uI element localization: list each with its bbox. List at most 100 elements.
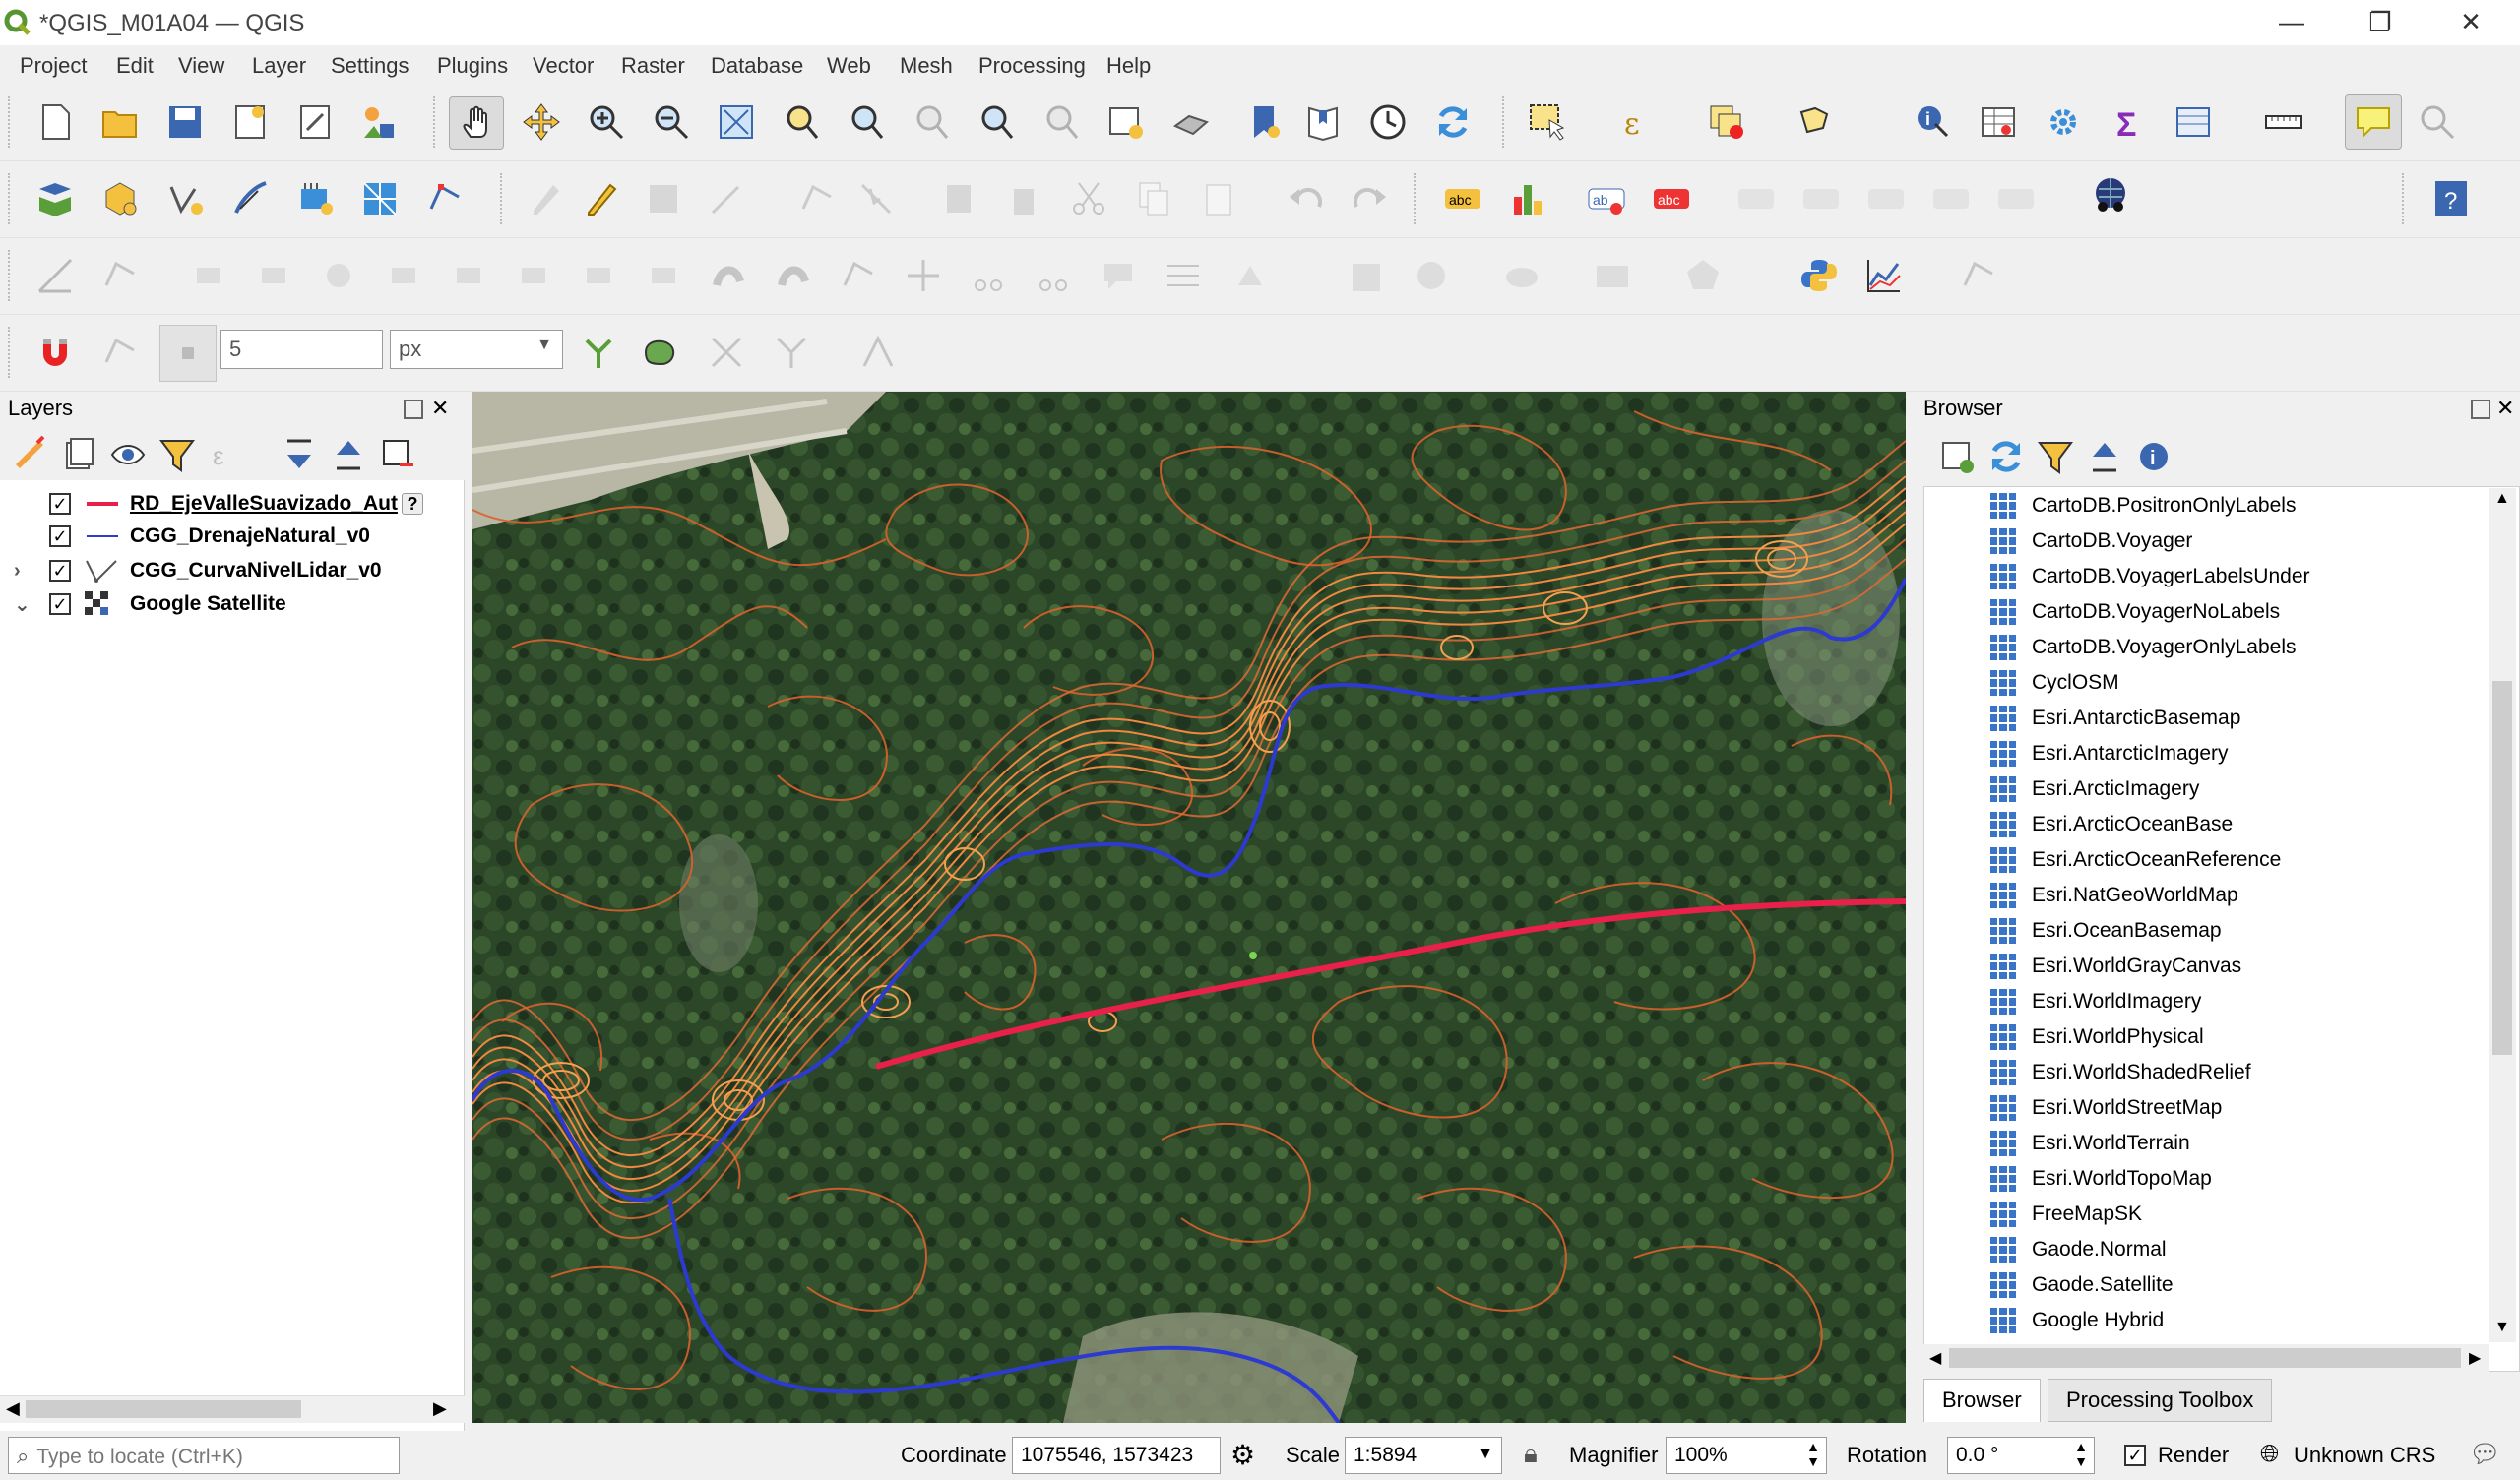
minimize-button[interactable]: — [2246, 0, 2337, 45]
expand-tree-icon[interactable] [276, 431, 323, 478]
zoom-out-icon[interactable] [648, 98, 695, 146]
scroll-up-icon[interactable]: ▲ [2494, 490, 2510, 508]
new-project-icon[interactable] [32, 98, 79, 146]
coordinate-field[interactable]: 1075546, 1573423 [1012, 1437, 1221, 1474]
merge-selected-features-icon[interactable] [1095, 252, 1142, 299]
browser-item[interactable]: Esri.WorldTopoMap [1990, 1162, 2212, 1196]
rectangle-digitizing-icon[interactable] [1589, 252, 1636, 299]
browser-item[interactable]: CartoDB.Voyager [1990, 524, 2192, 558]
refresh-browser-icon[interactable] [1983, 433, 2030, 480]
open-attribute-table-icon[interactable] [1975, 98, 2022, 146]
layer-labeling-options-icon[interactable]: abc [1439, 175, 1486, 222]
tab-processing-toolbox[interactable]: Processing Toolbox [2048, 1379, 2273, 1422]
properties-info-icon[interactable]: i [2130, 433, 2177, 480]
snapping-type-icon[interactable] [96, 329, 144, 376]
temporal-controller-icon[interactable] [1364, 98, 1412, 146]
toggle-editing-icon[interactable] [577, 175, 624, 222]
close-button[interactable]: ✕ [2426, 0, 2516, 45]
browser-item[interactable]: Gaode.Normal [1990, 1233, 2167, 1266]
enable-snapping-icon[interactable] [32, 329, 79, 376]
select-by-expression-icon[interactable]: ε [1614, 98, 1662, 146]
snapping-on-intersection-icon[interactable] [703, 329, 750, 376]
pan-to-selection-icon[interactable] [518, 98, 565, 146]
magnifier-spinbox[interactable]: 100% ▲ ▼ [1666, 1437, 1827, 1474]
new-map-view-icon[interactable] [1102, 98, 1150, 146]
highlight-pinned-labels-icon[interactable]: ab [1583, 175, 1630, 222]
browser-item[interactable]: Esri.WorldStreetMap [1990, 1091, 2222, 1125]
layers-horizontal-scrollbar[interactable]: ◀ ▶ [0, 1395, 465, 1423]
browser-item[interactable]: Esri.WorldShadedRelief [1990, 1056, 2251, 1089]
cut-features-icon[interactable] [1065, 175, 1112, 222]
shape-digitizing-icon[interactable] [1343, 252, 1390, 299]
zoom-full-icon[interactable] [713, 98, 760, 146]
zoom-to-selection-icon[interactable] [778, 98, 825, 146]
add-part-icon[interactable] [445, 252, 492, 299]
browser-item[interactable]: Esri.NatGeoWorldMap [1990, 879, 2238, 912]
browser-item[interactable]: Esri.AntarcticBasemap [1990, 702, 2240, 735]
browser-horizontal-scrollbar[interactable]: ◀ ▶ [1923, 1344, 2488, 1372]
collapse-tree-icon[interactable] [325, 431, 372, 478]
menu-database[interactable]: Database [711, 49, 803, 83]
lock-scale-icon[interactable]: 🔒︎ [1524, 1439, 1538, 1470]
scale-combobox[interactable]: 1:5894 ▼ [1345, 1437, 1502, 1474]
menu-raster[interactable]: Raster [621, 49, 685, 83]
messages-icon[interactable]: 💬︎ [2469, 1439, 2501, 1469]
scroll-left-icon[interactable]: ◀ [6, 1398, 20, 1419]
map-themes-eye-icon[interactable] [104, 431, 152, 478]
menu-mesh[interactable]: Mesh [900, 49, 953, 83]
zoom-native-icon[interactable] [908, 98, 955, 146]
delete-ring-icon[interactable] [575, 252, 622, 299]
rotate-label-icon[interactable] [1927, 175, 1975, 222]
browser-item[interactable]: Google Hybrid [1990, 1304, 2164, 1337]
collapse-browser-icon[interactable] [2081, 433, 2128, 480]
new-virtual-layer-icon[interactable] [291, 175, 339, 222]
locator-input[interactable]: ⌕ Type to locate (Ctrl+K) [8, 1437, 400, 1474]
vertical-scrollbar-thumb[interactable] [2492, 681, 2512, 1055]
menu-processing[interactable]: Processing [978, 49, 1086, 83]
identify-features-icon[interactable]: i [1910, 98, 1957, 146]
circle-digitizing-icon[interactable] [1408, 252, 1455, 299]
add-selected-layers-icon[interactable] [1933, 433, 1981, 480]
map-canvas[interactable] [472, 392, 1906, 1423]
paste-features-icon[interactable] [1195, 175, 1242, 222]
browser-item[interactable]: CartoDB.PositronOnlyLabels [1990, 489, 2296, 523]
merge-attributes-icon[interactable] [1160, 252, 1207, 299]
change-label-properties-icon[interactable] [1992, 175, 2040, 222]
elevation-profile-icon[interactable] [1955, 252, 2002, 299]
save-project-icon[interactable] [161, 98, 209, 146]
add-line-feature-icon[interactable] [705, 175, 752, 222]
rotate-feature-icon[interactable] [185, 252, 232, 299]
spin-arrows-icon[interactable]: ▲ ▼ [1806, 1440, 1820, 1469]
open-field-calculator-icon[interactable] [2170, 98, 2217, 146]
undock-panel-icon[interactable] [404, 400, 423, 419]
layer-item-drainage[interactable]: ✓ CGG_DrenajeNatural_v0 [0, 524, 370, 547]
zoom-in-icon[interactable] [583, 98, 630, 146]
redo-icon[interactable] [1347, 175, 1394, 222]
copy-features-icon[interactable] [1130, 175, 1177, 222]
layout-manager-icon[interactable] [291, 98, 339, 146]
spin-arrows-icon[interactable]: ▲ ▼ [2074, 1440, 2088, 1469]
close-layers-panel-icon[interactable]: ✕ [431, 396, 449, 421]
move-label-icon[interactable] [1862, 175, 1910, 222]
browser-item[interactable]: Esri.WorldImagery [1990, 985, 2201, 1018]
filter-browser-icon[interactable] [2032, 433, 2079, 480]
statistical-summary-icon[interactable]: Σ [2105, 98, 2152, 146]
right-splitter[interactable] [1906, 392, 1923, 1431]
new-3d-map-view-icon[interactable] [1167, 98, 1215, 146]
filter-funnel-icon[interactable] [154, 431, 201, 478]
data-source-manager-icon[interactable] [32, 175, 79, 222]
open-project-icon[interactable] [96, 98, 144, 146]
remove-layer-button-icon[interactable] [374, 431, 421, 478]
maximize-button[interactable]: ❐ [2335, 0, 2426, 45]
layer-visibility-checkbox[interactable]: ✓ [49, 525, 71, 547]
save-layer-edits-icon[interactable] [640, 175, 687, 222]
trim-extend-icon[interactable] [900, 252, 947, 299]
show-hide-labels-icon[interactable] [1797, 175, 1845, 222]
map-tips-icon[interactable] [2345, 94, 2402, 150]
close-browser-icon[interactable]: ✕ [2496, 396, 2514, 421]
rotation-spinbox[interactable]: 0.0 ° ▲ ▼ [1947, 1437, 2095, 1474]
self-snapping-icon[interactable] [768, 329, 815, 376]
snapping-mode-icon[interactable] [159, 325, 217, 382]
delete-icon[interactable] [1000, 175, 1047, 222]
locator-settings-icon[interactable] [2414, 98, 2461, 146]
